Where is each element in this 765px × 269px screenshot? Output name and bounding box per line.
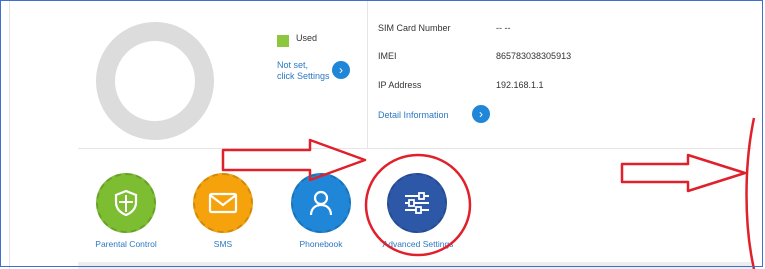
screenshot-frame [0, 0, 763, 267]
